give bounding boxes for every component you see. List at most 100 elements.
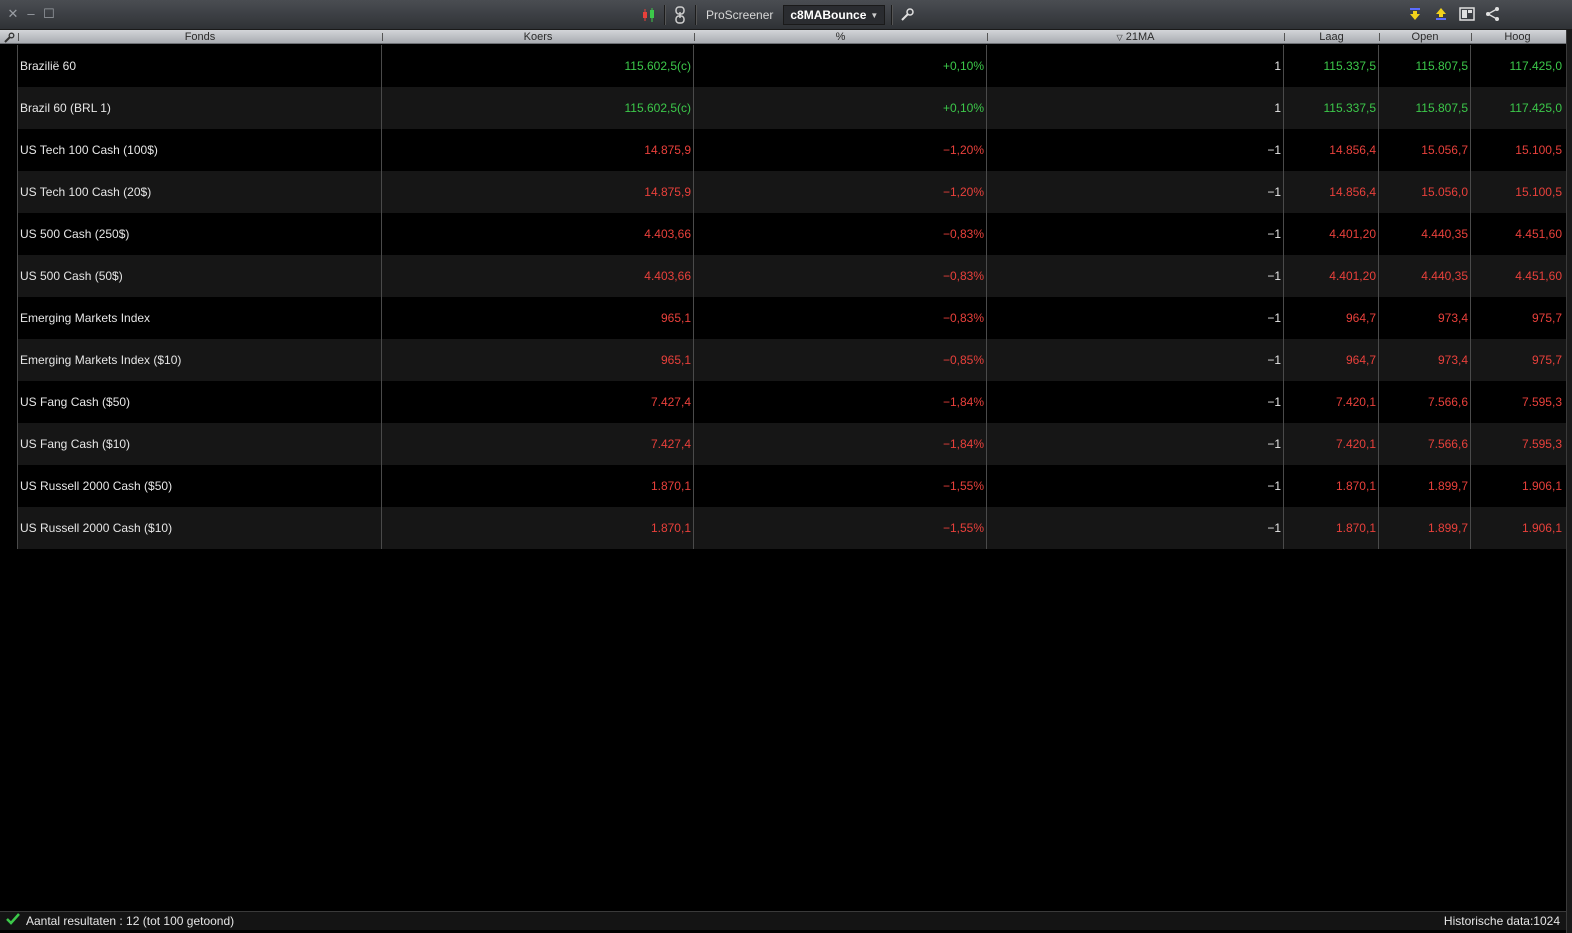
title-bar: ✕ – ☐ ProScreener c8MABounce ▼ <box>0 0 1572 30</box>
cell-pct: −1,55% <box>694 465 987 507</box>
header-hoog[interactable]: Hoog <box>1471 30 1564 44</box>
table-row[interactable]: Brazilië 60 115.602,5(c) +0,10% 1 115.337,5 1… <box>18 45 1566 87</box>
cell-hoog: 15.100,5 <box>1515 143 1562 157</box>
wrench-icon[interactable] <box>898 6 916 24</box>
header-fonds[interactable]: Fonds <box>18 30 382 44</box>
results-table: Brazilië 60 115.602,5(c) +0,10% 1 115.337,5 1… <box>18 45 1566 549</box>
table-row[interactable]: US 500 Cash (50$) 4.403,66 −0,83% −1 4.401,2… <box>18 255 1566 297</box>
cell-koers: 14.875,9 <box>382 129 694 171</box>
cell-laag: 964,7 <box>1284 339 1379 381</box>
cell-ma: 1 <box>987 45 1284 87</box>
cell-koers: 965,1 <box>382 339 694 381</box>
header-koers[interactable]: Koers <box>382 30 694 44</box>
sort-down-icon[interactable] <box>1406 5 1424 23</box>
cell-ma: −1 <box>987 423 1284 465</box>
minimize-icon[interactable]: – <box>24 7 38 21</box>
cell-fonds: US Tech 100 Cash (20$) <box>18 171 382 213</box>
cell-fonds: US 500 Cash (250$) <box>18 213 382 255</box>
cell-pct: +0,10% <box>694 87 987 129</box>
cell-koers: 7.427,4 <box>382 381 694 423</box>
scrollbar[interactable] <box>1566 30 1572 933</box>
header-open[interactable]: Open <box>1379 30 1471 44</box>
cell-fonds: Brazilië 60 <box>18 45 382 87</box>
cell-koers: 4.403,66 <box>382 213 694 255</box>
header-ma[interactable]: ▽ 21MA <box>987 30 1284 44</box>
cell-hoog: 4.451,60 <box>1515 269 1562 283</box>
history-data: Historische data:1024 <box>1443 914 1560 928</box>
cell-ma: −1 <box>987 339 1284 381</box>
cell-laag: 14.856,4 <box>1284 129 1379 171</box>
table-row[interactable]: US Russell 2000 Cash ($10) 1.870,1 −1,55% −… <box>18 507 1566 549</box>
cell-pct: −0,83% <box>694 213 987 255</box>
cell-laag: 964,7 <box>1284 297 1379 339</box>
cell-pct: −1,84% <box>694 381 987 423</box>
cell-koers: 115.602,5(c) <box>382 45 694 87</box>
table-row[interactable]: Brazil 60 (BRL 1) 115.602,5(c) +0,10% 1 115.… <box>18 87 1566 129</box>
header-pct[interactable]: % <box>694 30 987 44</box>
cell-open: 115.807,5 <box>1379 87 1471 129</box>
cell-fonds: Emerging Markets Index ($10) <box>18 339 382 381</box>
cell-ma: −1 <box>987 297 1284 339</box>
cell-pct: −0,83% <box>694 297 987 339</box>
cell-pct: −1,20% <box>694 171 987 213</box>
settings-wrench-icon[interactable] <box>3 31 15 49</box>
table-row[interactable]: US Tech 100 Cash (100$) 14.875,9 −1,20% −1 1… <box>18 129 1566 171</box>
table-row[interactable]: US 500 Cash (250$) 4.403,66 −0,83% −1 4.401,… <box>18 213 1566 255</box>
cell-open: 973,4 <box>1379 297 1471 339</box>
table-row[interactable]: US Russell 2000 Cash ($50) 1.870,1 −1,55% −… <box>18 465 1566 507</box>
close-icon[interactable]: ✕ <box>6 7 20 21</box>
screener-select[interactable]: c8MABounce ▼ <box>783 5 886 25</box>
sort-up-icon[interactable] <box>1432 5 1450 23</box>
cell-open: 7.566,6 <box>1379 381 1471 423</box>
cell-ma: −1 <box>987 465 1284 507</box>
table-row[interactable]: Emerging Markets Index ($10) 965,1 −0,85% −… <box>18 339 1566 381</box>
window-controls: ✕ – ☐ <box>6 7 56 21</box>
cell-koers: 4.403,66 <box>382 255 694 297</box>
cell-laag: 1.870,1 <box>1284 465 1379 507</box>
cell-pct: −1,84% <box>694 423 987 465</box>
cell-open: 1.899,7 <box>1379 465 1471 507</box>
cell-hoog: 975,7 <box>1531 311 1562 325</box>
cell-open: 7.566,6 <box>1379 423 1471 465</box>
cell-fonds: US 500 Cash (50$) <box>18 255 382 297</box>
table-row[interactable]: US Fang Cash ($10) 7.427,4 −1,84% −1 7.420,1… <box>18 423 1566 465</box>
cell-hoog: 7.595,3 <box>1521 437 1562 451</box>
header-laag[interactable]: Laag <box>1284 30 1379 44</box>
cell-open: 973,4 <box>1379 339 1471 381</box>
cell-hoog: 1.906,1 <box>1521 479 1562 493</box>
cell-hoog: 4.451,60 <box>1515 227 1562 241</box>
checkmark-icon <box>6 912 20 930</box>
table-row[interactable]: US Fang Cash ($50) 7.427,4 −1,84% −1 7.420,1… <box>18 381 1566 423</box>
candlestick-chart-icon[interactable] <box>640 6 658 24</box>
cell-ma: 1 <box>987 87 1284 129</box>
maximize-icon[interactable]: ☐ <box>42 7 56 21</box>
toolbar-separator <box>664 5 665 25</box>
proscreener-label: ProScreener <box>706 8 774 22</box>
share-icon[interactable] <box>1484 5 1502 23</box>
status-bar: Aantal resultaten : 12 (tot 100 getoond)… <box>0 911 1566 930</box>
link-chain-icon[interactable] <box>671 6 689 24</box>
cell-fonds: Emerging Markets Index <box>18 297 382 339</box>
screener-toolbar: ProScreener c8MABounce ▼ <box>640 4 916 26</box>
screener-name: c8MABounce <box>790 8 867 22</box>
cell-ma: −1 <box>987 213 1284 255</box>
cell-hoog: 7.595,3 <box>1521 395 1562 409</box>
cell-ma: −1 <box>987 255 1284 297</box>
cell-fonds: US Russell 2000 Cash ($50) <box>18 465 382 507</box>
cell-fonds: US Russell 2000 Cash ($10) <box>18 507 382 549</box>
cell-koers: 14.875,9 <box>382 171 694 213</box>
cell-ma: −1 <box>987 381 1284 423</box>
table-row[interactable]: Emerging Markets Index 965,1 −0,83% −1 964,7… <box>18 297 1566 339</box>
cell-laag: 14.856,4 <box>1284 171 1379 213</box>
sort-desc-icon: ▽ <box>1116 33 1123 42</box>
cell-open: 15.056,7 <box>1379 129 1471 171</box>
cell-ma: −1 <box>987 129 1284 171</box>
layout-icon[interactable] <box>1458 5 1476 23</box>
cell-ma: −1 <box>987 171 1284 213</box>
cell-hoog: 15.100,5 <box>1515 185 1562 199</box>
cell-pct: +0,10% <box>694 45 987 87</box>
status-results: Aantal resultaten : 12 (tot 100 getoond) <box>6 912 234 930</box>
cell-koers: 7.427,4 <box>382 423 694 465</box>
cell-open: 4.440,35 <box>1379 213 1471 255</box>
table-row[interactable]: US Tech 100 Cash (20$) 14.875,9 −1,20% −1 14… <box>18 171 1566 213</box>
